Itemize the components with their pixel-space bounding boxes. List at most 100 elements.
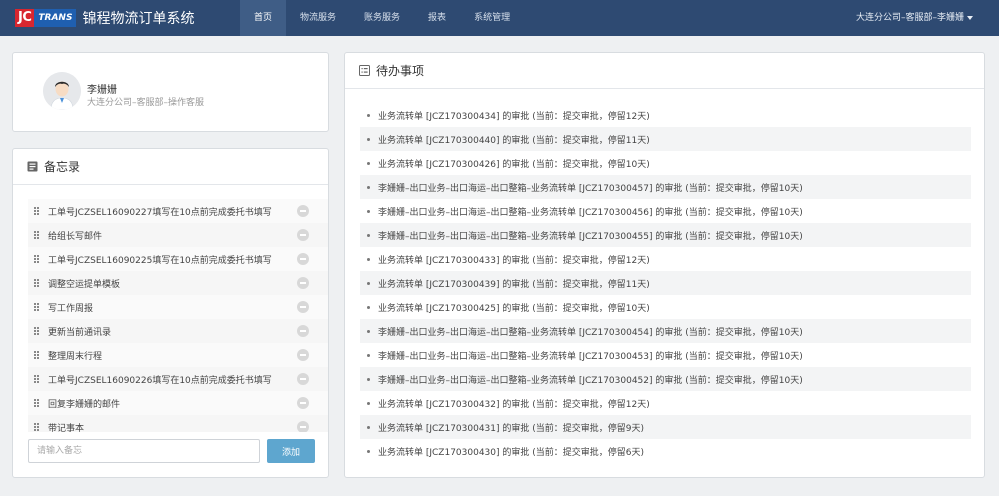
memo-item-text: 工单号JCZSEL16090225填写在10点前完成委托书填写 [48, 255, 272, 266]
bullet-icon [367, 329, 370, 333]
drag-handle-icon[interactable] [34, 207, 40, 215]
drag-handle-icon[interactable] [34, 399, 40, 407]
todo-item-text: 业务流转单 [JCZ170300426] 的审批 (当前：提交审批，停留10天) [378, 159, 650, 170]
todo-item[interactable]: 业务流转单 [JCZ170300440] 的审批 (当前：提交审批，停留11天) [360, 127, 971, 151]
profile-card: 李姗姗 大连分公司–客服部–操作客服 [12, 52, 329, 132]
memo-item[interactable]: 工单号JCZSEL16090225填写在10点前完成委托书填写 [28, 247, 328, 271]
drag-handle-icon[interactable] [34, 255, 40, 263]
jctrans-logo: JC TRANS [15, 9, 77, 27]
todo-item[interactable]: 李姗姗–出口业务–出口海运–出口整箱–业务流转单 [JCZ170300454] … [360, 319, 971, 343]
remove-icon[interactable] [297, 253, 309, 265]
todo-item-text: 业务流转单 [JCZ170300434] 的审批 (当前：提交审批，停留12天) [378, 111, 650, 122]
add-memo-button[interactable]: 添加 [267, 439, 315, 463]
remove-icon[interactable] [297, 301, 309, 313]
todo-item-text: 李姗姗–出口业务–出口海运–出口整箱–业务流转单 [JCZ170300452] … [378, 375, 803, 386]
memo-item[interactable]: 给组长写邮件 [28, 223, 328, 247]
main-nav: 首页 物流服务 账务服务 报表 系统管理 [240, 0, 524, 36]
todo-item[interactable]: 李姗姗–出口业务–出口海运–出口整箱–业务流转单 [JCZ170300453] … [360, 343, 971, 367]
memo-item[interactable]: 整理周末行程 [28, 343, 328, 367]
todo-item-text: 业务流转单 [JCZ170300433] 的审批 (当前：提交审批，停留12天) [378, 255, 650, 266]
drag-handle-icon[interactable] [34, 279, 40, 287]
todo-item-text: 业务流转单 [JCZ170300430] 的审批 (当前：提交审批，停留6天) [378, 447, 644, 458]
bullet-icon [367, 281, 370, 285]
todo-item[interactable]: 业务流转单 [JCZ170300426] 的审批 (当前：提交审批，停留10天) [360, 151, 971, 175]
logo-trans: TRANS [34, 9, 77, 27]
remove-icon[interactable] [297, 349, 309, 361]
memo-item[interactable]: 更新当前通讯录 [28, 319, 328, 343]
todo-header: 待办事项 [345, 53, 984, 89]
remove-icon[interactable] [297, 277, 309, 289]
todo-item[interactable]: 业务流转单 [JCZ170300430] 的审批 (当前：提交审批，停留6天) [360, 439, 971, 463]
top-navbar: JC TRANS 锦程物流订单系统 首页 物流服务 账务服务 报表 系统管理 大… [0, 0, 999, 36]
memo-panel: 备忘录 工单号JCZSEL16090227填写在10点前完成委托书填写 给组长写… [12, 148, 329, 478]
caret-down-icon [967, 15, 973, 20]
remove-icon[interactable] [297, 421, 309, 432]
memo-item[interactable]: 写工作周报 [28, 295, 328, 319]
memo-item-text: 工单号JCZSEL16090226填写在10点前完成委托书填写 [48, 375, 272, 386]
remove-icon[interactable] [297, 325, 309, 337]
drag-handle-icon[interactable] [34, 327, 40, 335]
bullet-icon [367, 113, 370, 117]
memo-item[interactable]: 工单号JCZSEL16090227填写在10点前完成委托书填写 [28, 199, 328, 223]
bullet-icon [367, 137, 370, 141]
bullet-icon [367, 209, 370, 213]
bullet-icon [367, 185, 370, 189]
memo-list[interactable]: 工单号JCZSEL16090227填写在10点前完成委托书填写 给组长写邮件 工… [28, 199, 328, 432]
todo-panel: 待办事项 业务流转单 [JCZ170300434] 的审批 (当前：提交审批，停… [344, 52, 985, 478]
memo-input[interactable] [28, 439, 260, 463]
remove-icon[interactable] [297, 205, 309, 217]
bullet-icon [367, 401, 370, 405]
memo-item[interactable]: 回复李姗姗的邮件 [28, 391, 328, 415]
bullet-icon [367, 449, 370, 453]
drag-handle-icon[interactable] [34, 423, 40, 431]
todo-item[interactable]: 业务流转单 [JCZ170300432] 的审批 (当前：提交审批，停留12天) [360, 391, 971, 415]
nav-item-system[interactable]: 系统管理 [460, 0, 524, 36]
user-menu-label: 大连分公司–客服部–李姗姗 [855, 13, 964, 23]
user-menu[interactable]: 大连分公司–客服部–李姗姗 [856, 0, 973, 36]
nav-item-accounting[interactable]: 账务服务 [350, 0, 414, 36]
bullet-icon [367, 257, 370, 261]
todo-item[interactable]: 业务流转单 [JCZ170300433] 的审批 (当前：提交审批，停留12天) [360, 247, 971, 271]
drag-handle-icon[interactable] [34, 375, 40, 383]
memo-title: 备忘录 [44, 160, 81, 174]
todo-item[interactable]: 李姗姗–出口业务–出口海运–出口整箱–业务流转单 [JCZ170300457] … [360, 175, 971, 199]
profile-name: 李姗姗 [87, 85, 117, 96]
drag-handle-icon[interactable] [34, 303, 40, 311]
memo-item-text: 工单号JCZSEL16090227填写在10点前完成委托书填写 [48, 207, 272, 218]
profile-department: 大连分公司–客服部–操作客服 [87, 98, 205, 108]
todo-item-text: 业务流转单 [JCZ170300431] 的审批 (当前：提交审批，停留9天) [378, 423, 644, 434]
todo-item[interactable]: 李姗姗–出口业务–出口海运–出口整箱–业务流转单 [JCZ170300452] … [360, 367, 971, 391]
todo-item-text: 李姗姗–出口业务–出口海运–出口整箱–业务流转单 [JCZ170300455] … [378, 231, 803, 242]
memo-item-text: 写工作周报 [48, 303, 94, 314]
bullet-icon [367, 425, 370, 429]
todo-item[interactable]: 业务流转单 [JCZ170300431] 的审批 (当前：提交审批，停留9天) [360, 415, 971, 439]
memo-item[interactable]: 带记事本 [28, 415, 328, 432]
bullet-icon [367, 377, 370, 381]
remove-icon[interactable] [297, 229, 309, 241]
bullet-icon [367, 353, 370, 357]
todo-item-text: 李姗姗–出口业务–出口海运–出口整箱–业务流转单 [JCZ170300456] … [378, 207, 803, 218]
remove-icon[interactable] [297, 373, 309, 385]
memo-item[interactable]: 调整空运提单模板 [28, 271, 328, 295]
brand[interactable]: JC TRANS 锦程物流订单系统 [0, 0, 240, 36]
app-title: 锦程物流订单系统 [82, 11, 195, 27]
nav-item-home[interactable]: 首页 [240, 0, 287, 36]
nav-item-logistics[interactable]: 物流服务 [286, 0, 350, 36]
memo-item[interactable]: 工单号JCZSEL16090226填写在10点前完成委托书填写 [28, 367, 328, 391]
remove-icon[interactable] [297, 397, 309, 409]
memo-header: 备忘录 [13, 149, 328, 185]
drag-handle-icon[interactable] [34, 351, 40, 359]
todo-item[interactable]: 业务流转单 [JCZ170300425] 的审批 (当前：提交审批，停留10天) [360, 295, 971, 319]
memo-item-text: 调整空运提单模板 [48, 279, 121, 290]
todo-item-text: 业务流转单 [JCZ170300432] 的审批 (当前：提交审批，停留12天) [378, 399, 650, 410]
todo-title: 待办事项 [376, 64, 425, 78]
todo-item-text: 业务流转单 [JCZ170300440] 的审批 (当前：提交审批，停留11天) [378, 135, 650, 146]
todo-item[interactable]: 业务流转单 [JCZ170300434] 的审批 (当前：提交审批，停留12天) [360, 103, 971, 127]
todo-item[interactable]: 李姗姗–出口业务–出口海运–出口整箱–业务流转单 [JCZ170300456] … [360, 199, 971, 223]
nav-item-reports[interactable]: 报表 [414, 0, 460, 36]
todo-item[interactable]: 业务流转单 [JCZ170300439] 的审批 (当前：提交审批，停留11天) [360, 271, 971, 295]
drag-handle-icon[interactable] [34, 231, 40, 239]
memo-item-text: 回复李姗姗的邮件 [48, 399, 121, 410]
avatar [43, 72, 81, 110]
todo-item[interactable]: 李姗姗–出口业务–出口海运–出口整箱–业务流转单 [JCZ170300455] … [360, 223, 971, 247]
